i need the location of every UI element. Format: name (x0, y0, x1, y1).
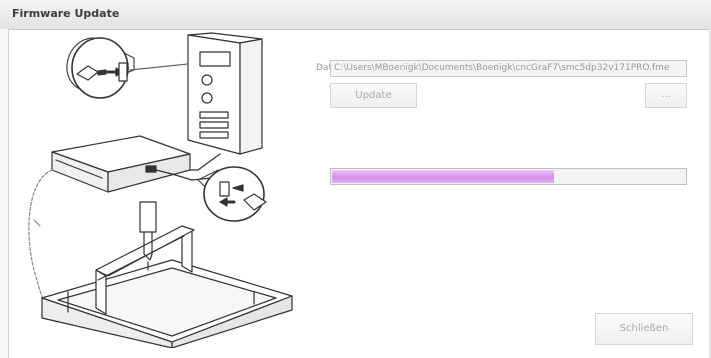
firmware-update-window: Firmware Update Datei C:\Users\MBoenigk\… (0, 0, 711, 358)
usb-plug-top-icon (66, 37, 189, 99)
progress-bar-fill (332, 170, 554, 183)
window-title: Firmware Update (12, 7, 120, 20)
close-button[interactable]: Schließen (595, 313, 693, 345)
usb-plug-bottom-icon (197, 166, 267, 222)
cnc-machine-icon (41, 201, 293, 348)
title-bar: Firmware Update (0, 0, 711, 30)
connection-illustration (28, 32, 293, 348)
update-button[interactable]: Update (330, 83, 417, 108)
pc-tower-icon (177, 32, 263, 171)
window-left-edge (0, 29, 9, 358)
browse-button[interactable]: ... (645, 83, 687, 108)
file-path-field[interactable]: C:\Users\MBoenigk\Documents\Boenigk\cncG… (330, 60, 687, 77)
progress-bar (330, 168, 687, 185)
